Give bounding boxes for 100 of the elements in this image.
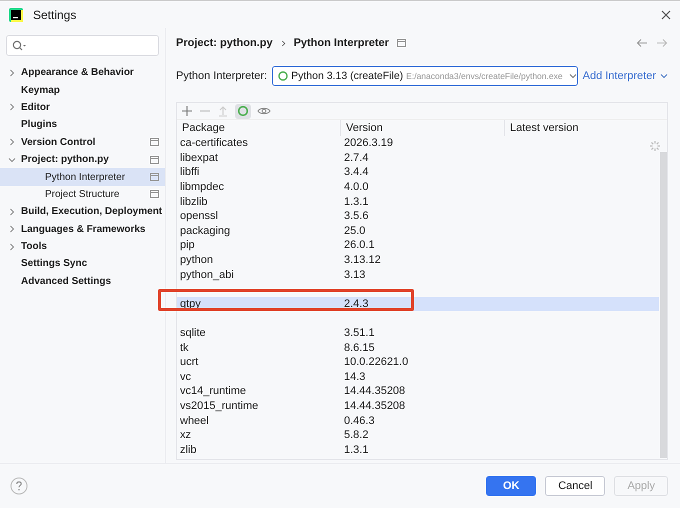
dialog-button[interactable]: Cancel: [545, 476, 606, 496]
dialog-button[interactable]: OK: [486, 476, 536, 496]
column-header[interactable]: Package: [177, 120, 341, 136]
package-cell-text: libffi: [179, 166, 200, 178]
back-arrow-icon[interactable]: [636, 38, 648, 48]
version-cell-text: 25.0: [343, 224, 366, 237]
sidebar-item[interactable]: Python Interpreter: [0, 168, 165, 186]
package-cell-text: vc: [179, 370, 192, 383]
table-row[interactable]: python 3.13.12: [177, 252, 659, 268]
table-row[interactable]: ucrt 10.0.22621.0: [177, 354, 659, 370]
version-cell-text: 3.4.4: [343, 166, 370, 178]
table-row[interactable]: vc 14.3: [177, 370, 659, 384]
package-cell-text: python: [179, 254, 214, 266]
table-row[interactable]: openssl 3.5.6: [177, 208, 659, 224]
refresh-button[interactable]: [235, 104, 251, 118]
search-field[interactable]: [6, 35, 159, 56]
interpreter-dropdown[interactable]: Python 3.13 (createFile) E:/anaconda3/envs/createFile/python.exe: [272, 66, 578, 86]
chevron-right-icon: [280, 40, 286, 46]
chevron-down-icon[interactable]: [8, 156, 16, 164]
version-cell-text: 14.44.35208: [343, 385, 406, 398]
chevron-right-icon[interactable]: [8, 138, 16, 146]
package-cell-text: ucrt: [179, 356, 200, 368]
table-row[interactable]: ca-certificates 2026.3.19: [177, 136, 659, 151]
sidebar-item[interactable]: Keymap: [0, 81, 165, 99]
version-cell-text: 14.44.35208: [343, 400, 406, 412]
version-cell-text: 3.51.1: [343, 327, 376, 340]
table-row[interactable]: python_abi 3.13: [177, 267, 659, 282]
package-cell-text: libzlib: [179, 196, 209, 208]
package-cell-text: pip: [179, 239, 196, 252]
interpreter-label: Python Interpreter:: [176, 70, 268, 82]
package-cell-text: sqlite: [179, 327, 207, 340]
table-row[interactable]: libmpdec 4.0.0: [177, 180, 659, 194]
table-row[interactable]: pip 26.0.1: [177, 238, 659, 253]
table-row[interactable]: zlib 1.3.1: [177, 442, 659, 458]
version-cell-text: 26.0.1: [343, 239, 376, 252]
close-icon[interactable]: [661, 10, 671, 20]
column-header[interactable]: Version: [341, 120, 505, 136]
version-cell-text: 4.0.0: [343, 181, 370, 194]
version-cell-text: 8.6.15: [343, 342, 376, 354]
package-cell-text: vc14_runtime: [179, 385, 248, 398]
help-icon[interactable]: [10, 477, 28, 495]
chevron-right-icon[interactable]: [8, 208, 16, 216]
version-cell-text: 3.13.12: [343, 254, 382, 266]
version-cell-text: 5.8.2: [343, 429, 370, 442]
version-cell-text: 14.3: [343, 370, 366, 383]
version-cell-text: 3.13: [343, 268, 366, 281]
eye-icon[interactable]: [257, 106, 271, 116]
version-cell-text: 10.0.22621.0: [343, 356, 410, 368]
chevron-right-icon[interactable]: [8, 68, 16, 77]
window-title: Settings: [33, 8, 76, 22]
column-header[interactable]: Latest version: [505, 120, 667, 136]
forward-arrow-icon[interactable]: [656, 38, 668, 48]
breadcrumb-item[interactable]: Python Interpreter: [294, 37, 389, 49]
sidebar-item[interactable]: Advanced Settings: [0, 272, 165, 290]
sidebar-item[interactable]: Plugins: [0, 116, 165, 134]
package-cell-text: tk: [179, 342, 190, 354]
chevron-right-icon[interactable]: [8, 103, 16, 112]
table-row[interactable]: wheel 0.46.3: [177, 413, 659, 428]
sidebar-item[interactable]: Settings Sync: [0, 255, 165, 273]
package-cell-text: python_abi: [179, 268, 235, 281]
version-cell-text: 2.4.3: [343, 298, 370, 310]
package-cell-text: vs2015_runtime: [179, 400, 260, 412]
sidebar-item[interactable]: Project: python.py: [0, 150, 165, 168]
table-row[interactable]: tk 8.6.15: [177, 340, 659, 355]
sidebar-item[interactable]: Editor: [0, 98, 165, 116]
app-logo-icon: [9, 8, 23, 22]
table-row[interactable]: vs2015_runtime 14.44.35208: [177, 398, 659, 414]
package-cell-text: wheel: [179, 414, 210, 427]
table-row[interactable]: vc14_runtime 14.44.35208: [177, 384, 659, 399]
loading-ring-icon: [278, 71, 288, 81]
chevron-right-icon[interactable]: [8, 242, 16, 251]
sidebar-item[interactable]: Languages & Frameworks: [0, 220, 165, 238]
package-cell-text: zlib: [179, 444, 198, 456]
version-cell-text: 2026.3.19: [343, 137, 394, 150]
scrollbar[interactable]: [660, 152, 667, 458]
sidebar-item[interactable]: Project Structure: [0, 186, 165, 204]
loading-spinner-icon: [649, 140, 661, 152]
version-cell-text: 1.3.1: [343, 444, 370, 456]
package-cell-text: libmpdec: [179, 181, 226, 194]
table-row[interactable]: libffi 3.4.4: [177, 165, 659, 180]
sidebar-item[interactable]: Build, Execution, Deployment: [0, 203, 165, 221]
package-cell-text: libexpat: [179, 152, 219, 164]
add-icon[interactable]: [181, 105, 193, 117]
search-icon: [12, 40, 26, 52]
sidebar-item[interactable]: Version Control: [0, 134, 165, 151]
package-cell-text: openssl: [179, 210, 219, 222]
version-cell-text: 0.46.3: [343, 414, 376, 427]
table-row[interactable]: libzlib 1.3.1: [177, 194, 659, 209]
add-interpreter-link[interactable]: Add Interpreter: [582, 70, 668, 82]
breadcrumb-item[interactable]: Project: python.py: [176, 37, 273, 49]
sidebar-item[interactable]: Tools: [0, 238, 165, 256]
table-row[interactable]: libexpat 2.7.4: [177, 150, 659, 166]
chevron-right-icon[interactable]: [8, 225, 16, 234]
table-row[interactable]: sqlite 3.51.1: [177, 326, 659, 340]
version-cell-text: 2.7.4: [343, 152, 370, 164]
package-cell-text: packaging: [179, 224, 232, 237]
table-row[interactable]: packaging 25.0: [177, 224, 659, 238]
package-cell-text: xz: [179, 429, 192, 442]
table-row[interactable]: xz 5.8.2: [177, 428, 659, 442]
sidebar-item[interactable]: Appearance & Behavior: [0, 64, 165, 82]
